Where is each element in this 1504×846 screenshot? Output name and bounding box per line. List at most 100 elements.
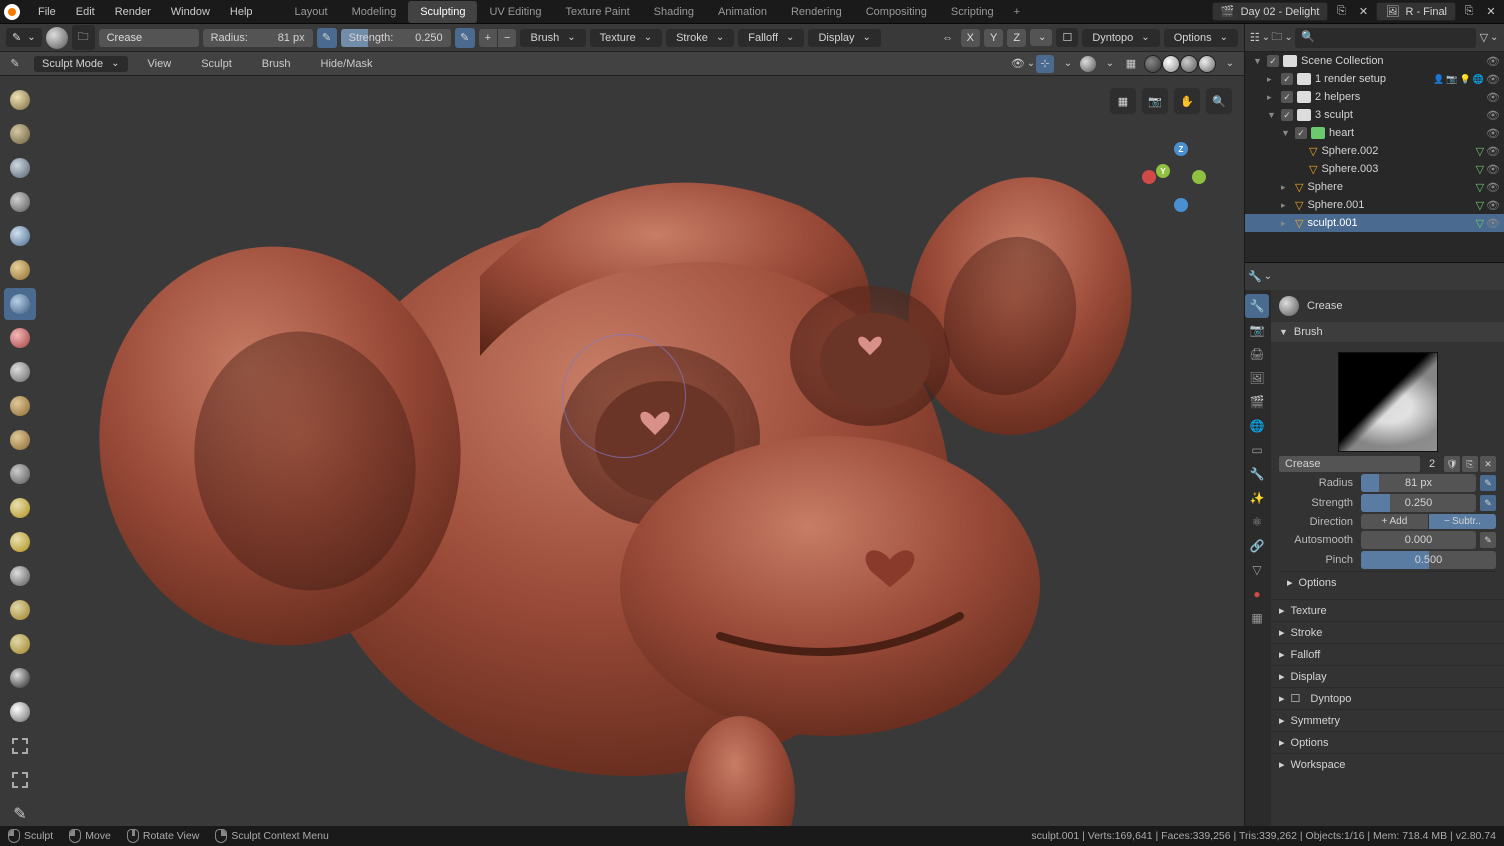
workspace-tab-animation[interactable]: Animation bbox=[706, 1, 779, 23]
shading-wireframe-icon[interactable] bbox=[1144, 55, 1162, 73]
tool-clay[interactable] bbox=[4, 118, 36, 150]
outliner-row[interactable]: ▼✓3 sculpt👁 bbox=[1245, 106, 1504, 124]
brush-users-field[interactable]: 2 bbox=[1422, 456, 1442, 472]
pan-button[interactable]: ✋ bbox=[1174, 88, 1200, 114]
zoom-button[interactable]: 🔍 bbox=[1206, 88, 1232, 114]
brush-name-field[interactable]: Crease bbox=[99, 29, 199, 47]
mirror-z[interactable]: Z bbox=[1007, 29, 1026, 47]
outliner-filter[interactable]: ▽ bbox=[1480, 29, 1498, 47]
navigation-gizmo[interactable]: Z Y bbox=[1146, 144, 1216, 214]
outliner-row[interactable]: ▼✓heart👁 bbox=[1245, 124, 1504, 142]
shading-rendered-icon[interactable] bbox=[1198, 55, 1216, 73]
tool-layer[interactable] bbox=[4, 186, 36, 218]
workspace-tab-modeling[interactable]: Modeling bbox=[340, 1, 409, 23]
tab-tool[interactable]: 🔧 bbox=[1245, 294, 1269, 318]
radius-pressure-icon[interactable]: ✎ bbox=[1480, 475, 1496, 491]
strength-pressure-icon[interactable]: ✎ bbox=[1480, 495, 1496, 511]
visibility-dropdown[interactable]: 👁 bbox=[1014, 55, 1032, 73]
sculpt-menu[interactable]: Sculpt bbox=[191, 54, 242, 74]
tab-constraint[interactable]: 🔗 bbox=[1245, 534, 1269, 558]
tab-mesh[interactable]: ▽ bbox=[1245, 558, 1269, 582]
tool-snake-hook[interactable] bbox=[4, 526, 36, 558]
overlay-ball-icon[interactable] bbox=[1080, 56, 1096, 72]
hidemask-menu[interactable]: Hide/Mask bbox=[311, 54, 383, 74]
menu-window[interactable]: Window bbox=[161, 2, 220, 22]
axis-z-icon[interactable]: Z bbox=[1174, 142, 1188, 156]
viewlayer-selector[interactable]: 🖼 R - Final bbox=[1376, 2, 1456, 21]
pinch-prop-slider[interactable]: 0.500 bbox=[1361, 551, 1496, 569]
shading-lookdev-icon[interactable] bbox=[1180, 55, 1198, 73]
outliner-row[interactable]: ▸▽Sphere.001▽👁 bbox=[1245, 196, 1504, 214]
shading-solid-icon[interactable] bbox=[1162, 55, 1180, 73]
tool-rotate[interactable] bbox=[4, 628, 36, 660]
outliner-tree[interactable]: ▼✓Scene Collection👁▸✓1 render setup👤📷💡🌐👁… bbox=[1245, 52, 1504, 262]
dyntopo-panel[interactable]: ▸☐Dyntopo bbox=[1271, 687, 1504, 709]
dyntopo-menu[interactable]: Dyntopo bbox=[1082, 29, 1159, 47]
autosmooth-pressure-icon[interactable]: ✎ bbox=[1480, 532, 1496, 548]
mirror-x[interactable]: X bbox=[961, 29, 980, 47]
options-panel[interactable]: ▸Options bbox=[1271, 731, 1504, 753]
display-panel[interactable]: ▸Display bbox=[1271, 665, 1504, 687]
tool-crease[interactable] bbox=[4, 288, 36, 320]
tool-fill[interactable] bbox=[4, 390, 36, 422]
options-menu[interactable]: Options bbox=[1164, 29, 1238, 47]
tool-scrape[interactable] bbox=[4, 424, 36, 456]
tab-physics[interactable]: ⚛ bbox=[1245, 510, 1269, 534]
tool-draw[interactable] bbox=[4, 84, 36, 116]
mirror-y[interactable]: Y bbox=[984, 29, 1003, 47]
add-direction-button[interactable]: + Add bbox=[1361, 514, 1429, 529]
gizmo-toggle[interactable]: ⊹ bbox=[1036, 55, 1054, 73]
viewport-3d[interactable]: ✎ bbox=[0, 76, 1244, 826]
scene-selector[interactable]: 🎬 Day 02 - Delight bbox=[1212, 2, 1329, 21]
tool-simplify[interactable] bbox=[4, 696, 36, 728]
display-menu[interactable]: Display bbox=[808, 29, 880, 47]
brush-menu[interactable]: Brush bbox=[520, 29, 585, 47]
outliner-row[interactable]: ▸✓2 helpers👁 bbox=[1245, 88, 1504, 106]
tab-viewlayer[interactable]: 🖼 bbox=[1245, 366, 1269, 390]
outliner-row[interactable]: ▸✓1 render setup👤📷💡🌐👁 bbox=[1245, 70, 1504, 88]
radius-slider[interactable]: Radius: 81 px bbox=[203, 29, 313, 47]
tool-pinch[interactable] bbox=[4, 458, 36, 490]
brush-options-subpanel[interactable]: ▸Options bbox=[1279, 571, 1496, 593]
brush-thumb-button[interactable] bbox=[46, 27, 68, 49]
tool-inflate[interactable] bbox=[4, 220, 36, 252]
strength-pressure-toggle[interactable]: ✎ bbox=[455, 28, 475, 48]
axis-neg-z-icon[interactable] bbox=[1174, 198, 1188, 212]
stroke-menu[interactable]: Stroke bbox=[666, 29, 734, 47]
xray-toggle[interactable]: ▦ bbox=[1122, 55, 1140, 73]
outliner-row[interactable]: ▽Sphere.003▽👁 bbox=[1245, 160, 1504, 178]
texture-menu[interactable]: Texture bbox=[590, 29, 662, 47]
tool-annotate[interactable]: ✎ bbox=[4, 798, 36, 826]
perspective-toggle[interactable]: 📷 bbox=[1142, 88, 1168, 114]
tab-particle[interactable]: ✨ bbox=[1245, 486, 1269, 510]
tool-box-mask[interactable] bbox=[4, 730, 36, 762]
viewlayer-delete-button[interactable]: ✕ bbox=[1482, 3, 1500, 21]
tab-world[interactable]: 🌐 bbox=[1245, 414, 1269, 438]
strength-prop-slider[interactable]: 0.250 bbox=[1361, 494, 1476, 512]
menu-file[interactable]: File bbox=[28, 2, 66, 22]
workspace-panel[interactable]: ▸Workspace bbox=[1271, 753, 1504, 775]
editor-type-icon[interactable]: ✎ bbox=[6, 55, 24, 73]
axis-neg-x-icon[interactable] bbox=[1142, 170, 1156, 184]
brush-unlink-button[interactable]: ✕ bbox=[1480, 456, 1496, 472]
tab-render[interactable]: 📷 bbox=[1245, 318, 1269, 342]
outliner-row[interactable]: ▸▽sculpt.001▽👁 bbox=[1245, 214, 1504, 232]
workspace-tab-texturepaint[interactable]: Texture Paint bbox=[553, 1, 641, 23]
radius-pressure-toggle[interactable]: ✎ bbox=[317, 28, 337, 48]
brush-id-field[interactable]: Crease bbox=[1279, 456, 1420, 472]
tool-mask[interactable] bbox=[4, 662, 36, 694]
tool-thumb[interactable] bbox=[4, 560, 36, 592]
workspace-tab-rendering[interactable]: Rendering bbox=[779, 1, 854, 23]
tab-scene[interactable]: 🎬 bbox=[1245, 390, 1269, 414]
falloff-menu[interactable]: Falloff bbox=[738, 29, 804, 47]
viewlayer-new-button[interactable]: ⎘ bbox=[1460, 3, 1478, 21]
brush-menu2[interactable]: Brush bbox=[252, 54, 301, 74]
fake-user-toggle[interactable]: 🛡 bbox=[1444, 456, 1460, 472]
outliner-row[interactable]: ▸▽Sphere▽👁 bbox=[1245, 178, 1504, 196]
brush-browse-icon[interactable]: 🗀 bbox=[72, 25, 95, 50]
dyntopo-checkbox[interactable]: ☐ bbox=[1056, 28, 1078, 47]
symmetry-panel[interactable]: ▸Symmetry bbox=[1271, 709, 1504, 731]
radius-prop-slider[interactable]: 81 px bbox=[1361, 474, 1476, 492]
autosmooth-prop-slider[interactable]: 0.000 bbox=[1361, 531, 1476, 549]
tool-smooth[interactable] bbox=[4, 322, 36, 354]
